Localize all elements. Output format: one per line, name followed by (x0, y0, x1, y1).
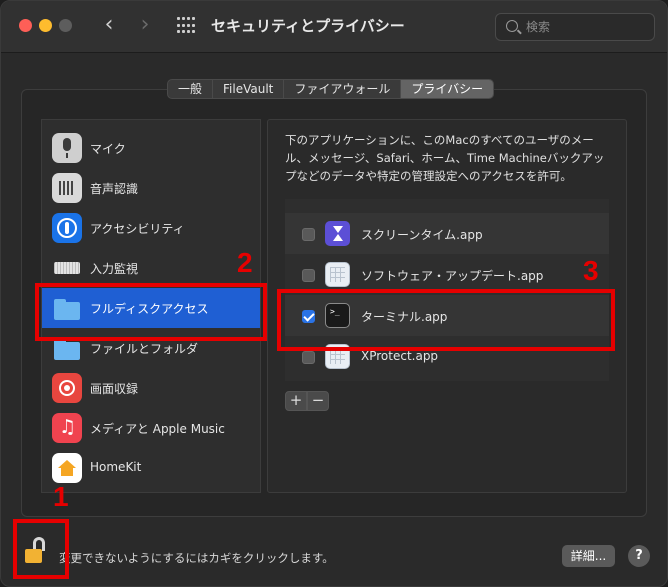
annotation-box-full-disk-access (35, 283, 267, 341)
sidebar-item-microphone[interactable]: マイク (42, 128, 260, 168)
tab-firewall[interactable]: ファイアウォール (284, 80, 402, 98)
lock-status-text: 変更できないようにするにはカギをクリックします。 (59, 551, 334, 565)
sidebar-item-homekit[interactable]: HomeKit (42, 448, 260, 488)
close-window-button[interactable] (19, 19, 32, 32)
voice-waveform-icon (52, 173, 82, 203)
show-all-grid-icon[interactable] (177, 17, 195, 35)
search-input[interactable] (526, 18, 646, 36)
list-item-screen-time[interactable]: スクリーンタイム.app (285, 213, 609, 254)
help-button[interactable]: ? (628, 545, 650, 567)
generic-app-icon (325, 262, 350, 287)
app-checkbox[interactable] (302, 351, 315, 364)
sidebar-item-label: メディアと Apple Music (90, 422, 225, 436)
search-field[interactable] (495, 13, 655, 41)
tab-filevault[interactable]: FileVault (213, 80, 285, 98)
search-icon (506, 20, 518, 32)
app-checkbox[interactable] (302, 269, 315, 282)
sidebar-item-label: マイク (90, 142, 126, 156)
annotation-box-lock (13, 519, 69, 579)
sidebar-item-screen-recording[interactable]: 画面収録 (42, 368, 260, 408)
screen-record-icon (52, 373, 82, 403)
music-icon (52, 413, 82, 443)
annotation-number-3: 3 (583, 255, 599, 286)
preferences-window: ‹ › セキュリティとプライバシー 一般 FileVault ファイアウォール … (0, 0, 668, 587)
sidebar-item-label: HomeKit (90, 460, 142, 474)
accessibility-icon (52, 213, 82, 243)
back-button[interactable]: ‹ (97, 13, 121, 39)
annotation-box-terminal (277, 289, 615, 351)
sidebar-item-speech-recognition[interactable]: 音声認識 (42, 168, 260, 208)
microphone-icon (52, 133, 82, 163)
app-checkbox[interactable] (302, 228, 315, 241)
tab-general[interactable]: 一般 (168, 80, 214, 98)
forward-button[interactable]: › (133, 13, 157, 39)
sidebar-item-label: 入力監視 (90, 262, 139, 276)
minimize-window-button[interactable] (39, 19, 52, 32)
window-title: セキュリティとプライバシー (211, 17, 405, 35)
sidebar-item-label: ファイルとフォルダ (90, 342, 199, 356)
app-label: ソフトウェア・アップデート.app (361, 269, 544, 283)
annotation-number-2: 2 (237, 247, 253, 278)
add-app-button[interactable]: + (285, 391, 307, 411)
home-icon (52, 453, 82, 483)
details-button[interactable]: 詳細... (562, 545, 615, 567)
app-label: XProtect.app (361, 349, 439, 363)
title-bar: ‹ › セキュリティとプライバシー (1, 1, 667, 53)
sidebar-item-input-monitoring[interactable]: 入力監視 (42, 248, 260, 288)
full-disk-access-description: 下のアプリケーションに、このMacのすべてのユーザのメール、メッセージ、Safa… (285, 133, 605, 183)
remove-app-button[interactable]: − (307, 391, 329, 411)
zoom-window-button[interactable] (59, 19, 72, 32)
sidebar-item-label: 音声認識 (90, 182, 139, 196)
hourglass-icon (325, 221, 350, 246)
app-label: スクリーンタイム.app (361, 228, 483, 242)
sidebar-item-label: アクセシビリティ (90, 222, 185, 236)
sidebar-item-media-apple-music[interactable]: メディアと Apple Music (42, 408, 260, 448)
keyboard-icon (52, 253, 82, 283)
sidebar-item-label: 画面収録 (90, 382, 139, 396)
sidebar-item-accessibility[interactable]: アクセシビリティ (42, 208, 260, 248)
tab-privacy[interactable]: プライバシー (401, 80, 494, 98)
tab-bar: 一般 FileVault ファイアウォール プライバシー (167, 79, 495, 99)
annotation-number-1: 1 (53, 481, 69, 512)
